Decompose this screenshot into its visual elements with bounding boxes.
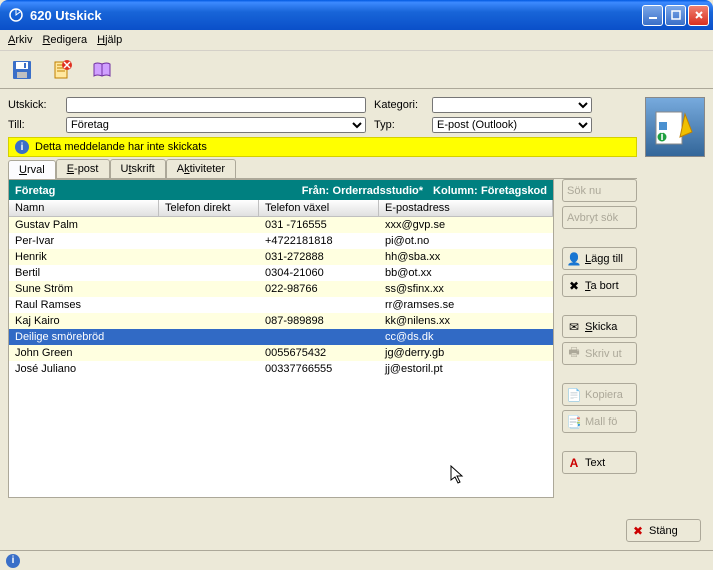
kopiera-button: 📄Kopiera — [562, 383, 637, 406]
table-row[interactable]: Bertil0304-21060bb@ot.xx — [9, 265, 553, 281]
window-title: 620 Utskick — [30, 8, 642, 23]
title-bar: 620 Utskick — [0, 0, 713, 30]
status-info-icon: i — [6, 554, 20, 568]
table-row[interactable]: John Green0055675432jg@derry.gb — [9, 345, 553, 361]
tab-utskrift[interactable]: Utskrift — [110, 159, 166, 178]
person-remove-icon: ✖ — [567, 279, 581, 293]
tab-urval[interactable]: Urval — [8, 160, 56, 179]
col-epost[interactable]: E-postadress — [379, 200, 553, 216]
print-icon: 🖶 — [567, 347, 581, 361]
menu-arkiv[interactable]: Arkiv — [8, 34, 32, 46]
col-namn[interactable]: Namn — [9, 200, 159, 216]
mail-icon: ✉ — [567, 320, 581, 334]
table-row[interactable]: Henrik031-272888hh@sba.xx — [9, 249, 553, 265]
minimize-button[interactable] — [642, 5, 663, 26]
warning-bar: i Detta meddelande har inte skickats — [8, 137, 637, 157]
sok-nu-button: Sök nu — [562, 179, 637, 202]
table-row[interactable]: Per-Ivar+4722181818pi@ot.no — [9, 233, 553, 249]
text-icon: A — [567, 456, 581, 470]
person-add-icon: 👤 — [567, 252, 581, 266]
close-button[interactable] — [688, 5, 709, 26]
tab-row: Urval E-post Utskrift Aktiviteter — [8, 159, 637, 179]
grid-title-bar: Företag Från: Orderradsstudio* Kolumn: F… — [9, 180, 553, 200]
grid-panel: Företag Från: Orderradsstudio* Kolumn: F… — [8, 179, 554, 498]
tab-aktiviteter[interactable]: Aktiviteter — [166, 159, 236, 178]
app-icon — [8, 7, 24, 23]
menu-redigera[interactable]: Redigera — [42, 34, 87, 46]
close-icon: ✖ — [631, 524, 645, 538]
save-button[interactable] — [8, 56, 36, 84]
template-icon: 📑 — [567, 415, 581, 429]
toolbar — [0, 51, 713, 89]
lagg-till-button[interactable]: 👤Lägg till — [562, 247, 637, 270]
grid-header: Namn Telefon direkt Telefon växel E-post… — [9, 200, 553, 217]
grid-title: Företag — [15, 185, 302, 197]
mall-fo-button: 📑Mall fö — [562, 410, 637, 433]
table-row[interactable]: Raul Ramsesrr@ramses.se — [9, 297, 553, 313]
menu-hjalp[interactable]: Hjälp — [97, 34, 122, 46]
menu-bar: Arkiv Redigera Hjälp — [0, 30, 713, 51]
kategori-select[interactable] — [432, 97, 592, 113]
copy-icon: 📄 — [567, 388, 581, 402]
warning-text: Detta meddelande har inte skickats — [35, 141, 207, 153]
grid-body[interactable]: Gustav Palm031 -716555xxx@gvp.sePer-Ivar… — [9, 217, 553, 497]
status-bar: i — [0, 550, 713, 570]
typ-label: Typ: — [374, 119, 424, 131]
header-image-icon: i — [645, 97, 705, 157]
kategori-label: Kategori: — [374, 99, 424, 111]
typ-select[interactable]: E-post (Outlook) — [432, 117, 592, 133]
text-button[interactable]: AText — [562, 451, 637, 474]
skicka-button[interactable]: ✉Skicka — [562, 315, 637, 338]
skriv-ut-button: 🖶Skriv ut — [562, 342, 637, 365]
stang-button[interactable]: ✖Stäng — [626, 519, 701, 542]
col-telefon-vaxel[interactable]: Telefon växel — [259, 200, 379, 216]
table-row[interactable]: José Juliano00337766555jj@estoril.pt — [9, 361, 553, 377]
book-button[interactable] — [88, 56, 116, 84]
col-telefon-direkt[interactable]: Telefon direkt — [159, 200, 259, 216]
table-row[interactable]: Deilige smörebrödcc@ds.dk — [9, 329, 553, 345]
side-buttons: Sök nu Avbryt sök 👤Lägg till ✖Ta bort ✉S… — [562, 179, 637, 498]
table-row[interactable]: Sune Ström022-98766ss@sfinx.xx — [9, 281, 553, 297]
avbryt-sok-button: Avbryt sök — [562, 206, 637, 229]
table-row[interactable]: Kaj Kairo087-989898kk@nilens.xx — [9, 313, 553, 329]
till-label: Till: — [8, 119, 58, 131]
utskick-input[interactable] — [66, 97, 366, 113]
maximize-button[interactable] — [665, 5, 686, 26]
svg-text:i: i — [660, 131, 663, 143]
utskick-label: Utskick: — [8, 99, 58, 111]
info-icon: i — [15, 140, 29, 154]
delete-button[interactable] — [48, 56, 76, 84]
tab-epost[interactable]: E-post — [56, 159, 110, 178]
ta-bort-button[interactable]: ✖Ta bort — [562, 274, 637, 297]
till-select[interactable]: Företag — [66, 117, 366, 133]
table-row[interactable]: Gustav Palm031 -716555xxx@gvp.se — [9, 217, 553, 233]
